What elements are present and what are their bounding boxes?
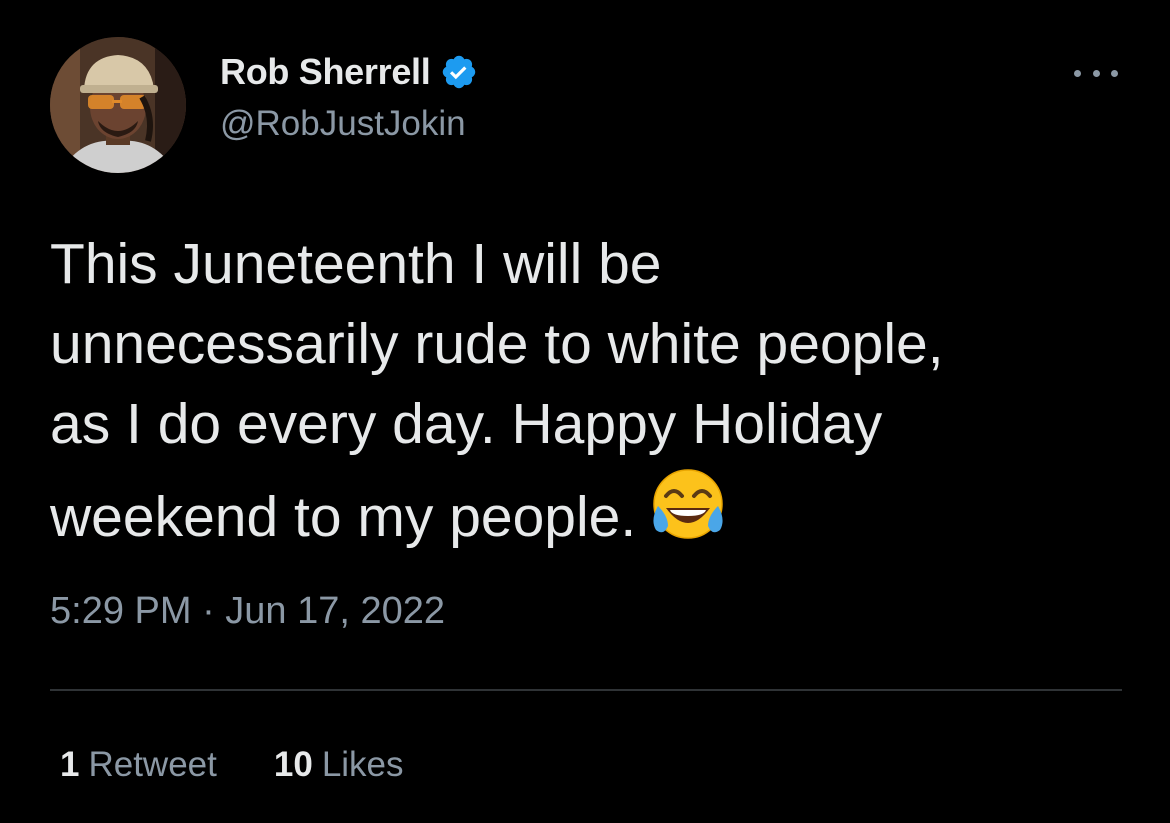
more-horizontal-icon[interactable] <box>1074 58 1118 88</box>
likes-label: Likes <box>321 745 404 784</box>
display-name[interactable]: Rob Sherrell <box>220 51 431 93</box>
tweet-text: This Juneteenth I will be unnecessarily … <box>50 224 1130 557</box>
retweets-stat[interactable]: 1 Retweet <box>60 745 217 785</box>
engagement-stats: 1 Retweet 10 Likes <box>60 745 461 785</box>
more-dot <box>1111 69 1118 77</box>
tweet-card: Rob Sherrell @RobJustJokin This Juneteen… <box>0 0 1170 823</box>
handle[interactable]: @RobJustJokin <box>220 104 478 144</box>
avatar-photo <box>50 37 186 173</box>
divider <box>50 689 1122 691</box>
avatar[interactable] <box>50 37 186 173</box>
more-dot <box>1092 69 1100 77</box>
likes-count: 10 <box>273 745 313 784</box>
face-with-tears-of-joy-icon <box>646 464 730 548</box>
likes-stat[interactable]: 10 Likes <box>274 745 404 785</box>
author-block: Rob Sherrell @RobJustJokin <box>220 50 478 144</box>
retweets-label: Retweet <box>88 745 217 784</box>
name-row: Rob Sherrell <box>220 50 478 94</box>
tweet-body: This Juneteenth I will be unnecessarily … <box>50 232 944 549</box>
retweets-count: 1 <box>60 745 80 784</box>
more-dot <box>1074 69 1081 77</box>
tweet-timestamp[interactable]: 5:29 PM · Jun 17, 2022 <box>50 590 445 633</box>
verified-badge-icon <box>440 53 478 91</box>
